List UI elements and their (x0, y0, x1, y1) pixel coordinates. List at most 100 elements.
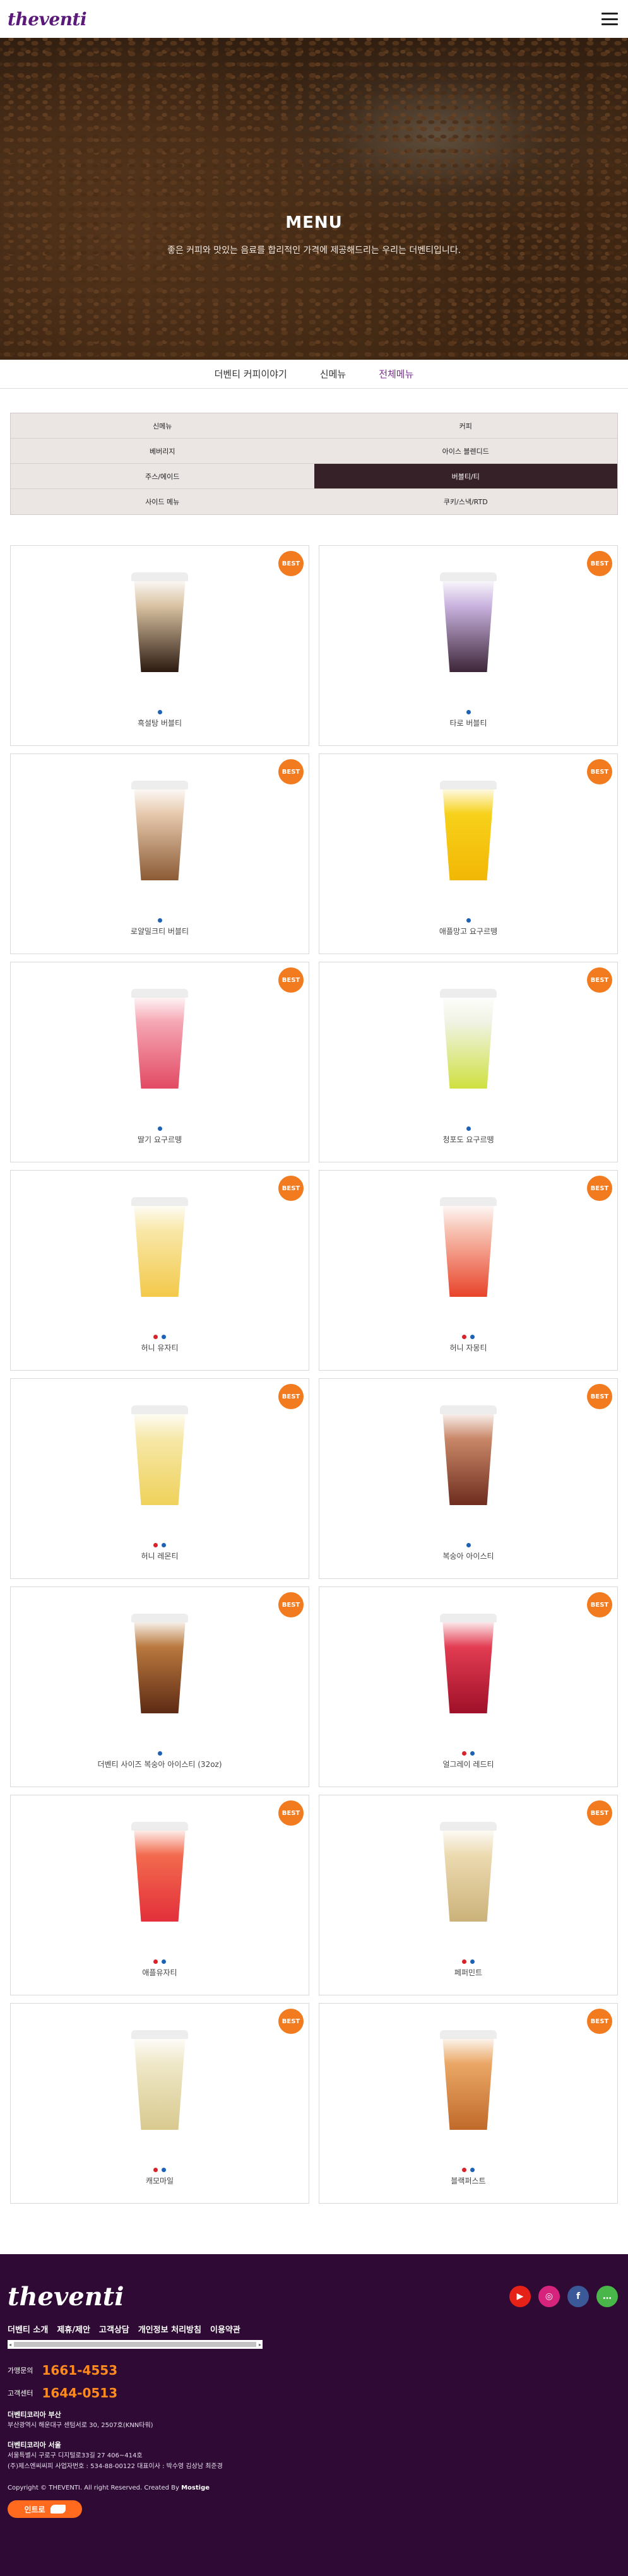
product-name: 더벤티 사이즈 복숭아 아이스티 (32oz) (97, 1760, 222, 1769)
best-badge: BEST (278, 551, 304, 576)
best-badge: BEST (278, 1384, 304, 1409)
footer-link[interactable]: 제휴/제안 (57, 2323, 90, 2335)
horizontal-scrollbar[interactable]: ◂ ▸ (8, 2340, 263, 2349)
youtube-icon[interactable]: ▶ (509, 2286, 531, 2307)
franchise-contact: 가맹문의 1661-4553 (8, 2363, 618, 2378)
best-badge: BEST (278, 1800, 304, 1826)
instagram-icon[interactable]: ◎ (538, 2286, 560, 2307)
product-image (434, 1612, 503, 1720)
busan-head: 더벤티코리아 부산 (8, 2411, 61, 2419)
temperature-dots (319, 2163, 617, 2172)
footer-link[interactable]: 더벤티 소개 (8, 2323, 48, 2335)
product-image (125, 779, 194, 887)
product-card[interactable]: BEST 얼그레이 레드티 (319, 1586, 618, 1787)
category-tab[interactable]: 베버리지 (11, 439, 314, 464)
scroll-thumb[interactable] (14, 2342, 256, 2347)
customer-phone[interactable]: 1644-0513 (42, 2385, 117, 2401)
best-badge: BEST (587, 1176, 612, 1201)
product-name: 허니 레몬티 (141, 1552, 179, 1561)
footer-link[interactable]: 고객상담 (99, 2323, 129, 2335)
hot-dot-icon (153, 1335, 158, 1339)
busan-office: 더벤티코리아 부산 부산광역시 해운대구 센텀서로 30, 2507호(KNN타… (8, 2409, 618, 2431)
product-card[interactable]: BEST 애플유자티 (10, 1795, 309, 1995)
ice-dot-icon (162, 1543, 166, 1547)
scroll-left-icon[interactable]: ◂ (9, 2342, 11, 2348)
hero-title: MENU (285, 213, 343, 232)
creator-link[interactable]: Mostige (181, 2484, 210, 2491)
product-card[interactable]: BEST 더벤티 사이즈 복숭아 아이스티 (32oz) (10, 1586, 309, 1787)
ice-dot-icon (162, 2168, 166, 2172)
product-card[interactable]: BEST 허니 레몬티 (10, 1378, 309, 1579)
product-card[interactable]: BEST 허니 자몽티 (319, 1170, 618, 1371)
category-tab[interactable]: 버블티/티 (314, 464, 617, 489)
hot-dot-icon (462, 1335, 466, 1339)
best-badge: BEST (278, 759, 304, 784)
ice-dot-icon (470, 1751, 475, 1756)
product-card[interactable]: BEST 캐모마일 (10, 2003, 309, 2204)
customer-contact: 고객센터 1644-0513 (8, 2385, 618, 2401)
best-badge: BEST (587, 2009, 612, 2034)
product-image (125, 1404, 194, 1511)
product-card[interactable]: BEST 로얄밀크티 버블티 (10, 753, 309, 954)
franchise-label: 가맹문의 (8, 2366, 33, 2375)
product-name: 복숭아 아이스티 (442, 1552, 494, 1561)
category-tab[interactable]: 주스/에이드 (11, 464, 314, 489)
temperature-dots (319, 1121, 617, 1131)
brand-logo[interactable]: theventi (8, 9, 87, 30)
footer-link[interactable]: 개인정보 처리방침 (138, 2323, 201, 2335)
product-card[interactable]: BEST 청포도 요구르뗑 (319, 962, 618, 1162)
scroll-right-icon[interactable]: ▸ (259, 2342, 261, 2348)
seoul-head: 더벤티코리아 서울 (8, 2441, 61, 2449)
best-badge: BEST (587, 759, 612, 784)
product-image (434, 1404, 503, 1511)
product-card[interactable]: BEST 복숭아 아이스티 (319, 1378, 618, 1579)
product-name: 타로 버블티 (449, 719, 487, 728)
category-tab[interactable]: 커피 (314, 413, 617, 439)
category-tab[interactable]: 아이스 블렌디드 (314, 439, 617, 464)
product-name: 애플유자티 (142, 1968, 177, 1977)
temperature-dots (319, 1746, 617, 1756)
franchise-phone[interactable]: 1661-4553 (42, 2363, 117, 2378)
best-badge: BEST (587, 551, 612, 576)
ice-dot-icon (466, 918, 471, 923)
product-image (125, 2029, 194, 2136)
ice-dot-icon (162, 1959, 166, 1964)
subnav-item[interactable]: 전체메뉴 (379, 360, 413, 388)
product-card[interactable]: BEST 흑설탕 버블티 (10, 545, 309, 746)
hot-dot-icon (153, 1959, 158, 1964)
best-badge: BEST (587, 1800, 612, 1826)
ice-dot-icon (466, 1126, 471, 1131)
best-badge: BEST (278, 1176, 304, 1201)
facebook-icon[interactable]: f (567, 2286, 589, 2307)
temperature-dots (11, 913, 309, 923)
product-card[interactable]: BEST 애플망고 요구르뗑 (319, 753, 618, 954)
product-card[interactable]: BEST 딸기 요구르뗑 (10, 962, 309, 1162)
intro-button[interactable]: 인트로 (8, 2500, 82, 2518)
temperature-dots (11, 1746, 309, 1756)
product-image (434, 779, 503, 887)
ice-dot-icon (157, 1751, 162, 1756)
sns-links: ▶ ◎ f … (509, 2286, 618, 2307)
footer-link[interactable]: 이용약관 (210, 2323, 240, 2335)
category-tab[interactable]: 쿠키/스낵/RTD (314, 489, 618, 514)
hamburger-icon[interactable] (601, 13, 618, 25)
hero-subtitle: 좋은 커피와 맛있는 음료를 합리적인 가격에 제공해드리는 우리는 더벤티입니… (167, 245, 461, 256)
category-tab[interactable]: 신메뉴 (11, 413, 314, 439)
best-badge: BEST (587, 967, 612, 993)
category-grid: 신메뉴 커피 베버리지 아이스 블렌디드 주스/에이드 버블티/티 사이드 메뉴 쿠키/스낵/… (10, 413, 618, 515)
subnav-item[interactable]: 신메뉴 (320, 360, 346, 388)
product-name: 허니 유자티 (141, 1344, 179, 1352)
category-tab[interactable]: 사이드 메뉴 (11, 489, 314, 514)
product-grid: BEST 흑설탕 버블티 BEST 타로 버블티 BEST 로얄밀크티 버블티 BEST 애플… (10, 545, 618, 2204)
temperature-dots (11, 1121, 309, 1131)
subnav-item[interactable]: 더벤티 커피이야기 (215, 360, 287, 388)
product-card[interactable]: BEST 블랙퍼스트 (319, 2003, 618, 2204)
best-badge: BEST (587, 1384, 612, 1409)
talk-icon[interactable]: … (596, 2286, 618, 2307)
product-card[interactable]: BEST 페퍼민트 (319, 1795, 618, 1995)
product-card[interactable]: BEST 타로 버블티 (319, 545, 618, 746)
temperature-dots (319, 1330, 617, 1339)
product-name: 캐모마일 (145, 2177, 174, 2185)
product-card[interactable]: BEST 허니 유자티 (10, 1170, 309, 1371)
product-image (125, 988, 194, 1095)
